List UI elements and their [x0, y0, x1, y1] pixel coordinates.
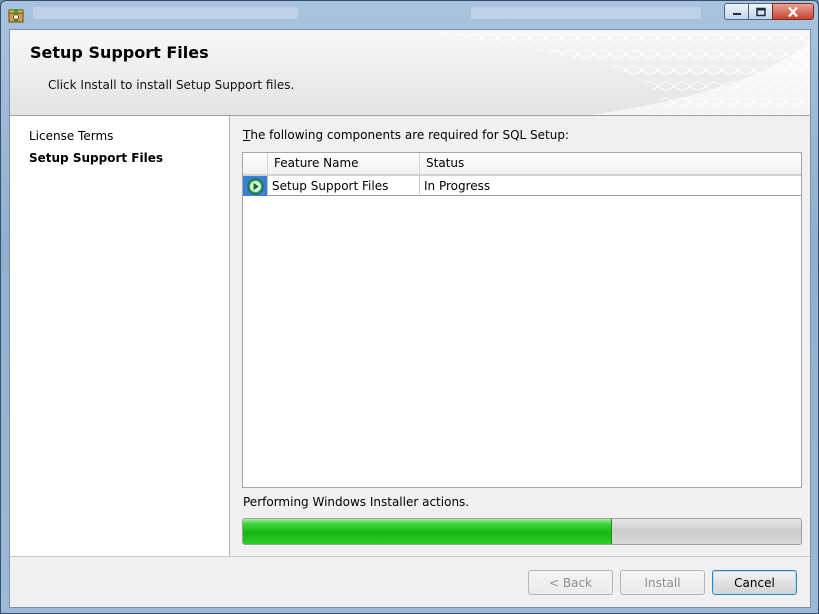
page-header: Setup Support Files Click Install to ins…	[10, 30, 810, 116]
status-cell: In Progress	[424, 179, 491, 193]
background-window-ghost	[471, 7, 701, 19]
grid-header: Feature Name Status	[243, 153, 801, 175]
components-required-label: The following components are required fo…	[243, 128, 569, 142]
close-window-button[interactable]	[772, 3, 814, 20]
setup-window: Setup Support Files Click Install to ins…	[0, 0, 819, 614]
column-header-feature-name[interactable]: Feature Name	[268, 153, 420, 174]
title-bar[interactable]	[1, 1, 818, 28]
sql-setup-app-icon	[7, 6, 25, 24]
dialog-client-area: Setup Support Files Click Install to ins…	[9, 29, 811, 608]
close-icon	[788, 6, 798, 17]
page-title: Setup Support Files	[30, 43, 209, 62]
play-circle-icon	[247, 178, 264, 195]
nav-item-setup-support-files[interactable]: Setup Support Files	[29, 151, 163, 165]
nav-item-license-terms[interactable]: License Terms	[29, 129, 113, 143]
components-grid[interactable]: Feature Name Status Setup Support Files …	[242, 152, 802, 488]
page-subtitle: Click Install to install Setup Support f…	[48, 78, 295, 92]
maximize-icon	[755, 7, 766, 16]
install-button[interactable]: Install	[620, 570, 705, 595]
components-required-text: he following components are required for…	[250, 128, 570, 142]
progress-bar	[242, 518, 802, 545]
minimize-button[interactable]	[724, 3, 749, 20]
header-decoration-graphic	[410, 30, 810, 115]
minimize-icon	[732, 12, 741, 15]
progress-status-text: Performing Windows Installer actions.	[243, 495, 470, 509]
button-bar: < Back Install Cancel	[10, 556, 810, 607]
cancel-button[interactable]: Cancel	[712, 570, 797, 595]
table-row[interactable]: Setup Support Files In Progress	[243, 175, 801, 196]
progress-bar-fill	[243, 519, 613, 544]
back-button[interactable]: < Back	[528, 570, 613, 595]
main-content: The following components are required fo…	[231, 116, 810, 556]
feature-name-cell: Setup Support Files	[268, 176, 420, 196]
maximize-button[interactable]	[748, 3, 773, 20]
background-window-ghost	[33, 7, 298, 19]
row-status-icon-cell	[243, 176, 268, 196]
column-header-icon[interactable]	[243, 153, 268, 174]
column-header-status[interactable]: Status	[420, 153, 801, 174]
step-navigation: License Terms Setup Support Files	[10, 116, 230, 556]
